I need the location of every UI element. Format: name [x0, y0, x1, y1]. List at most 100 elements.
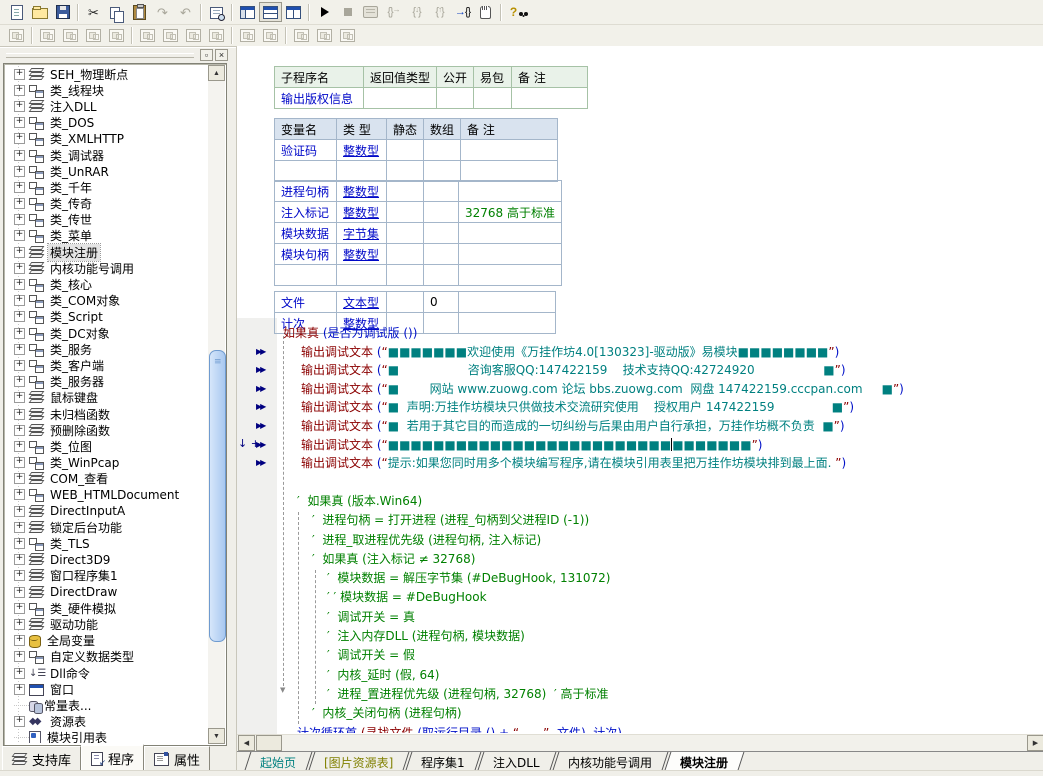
table-cell[interactable] — [424, 202, 459, 223]
tree-item[interactable]: +类_DOS — [6, 115, 207, 131]
code-line[interactable]: ′ 注入内存DLL (进程句柄, 模块数据) — [237, 627, 1043, 646]
table-cell[interactable] — [387, 265, 424, 286]
run-to-cursor-button[interactable]: →{} — [451, 2, 474, 22]
table-cell[interactable] — [459, 223, 562, 244]
tree-item[interactable]: +全局变量 — [6, 633, 207, 649]
layout-split-left-button[interactable] — [236, 2, 259, 22]
code-line[interactable]: ▶▶输出调试文本 (“■ 声明:万挂作坊模块只供做技术交流研究使用 授权用户 1… — [237, 398, 1043, 417]
tree-item[interactable]: +类_DC对象 — [6, 325, 207, 341]
tree-item[interactable]: +COM_查看 — [6, 471, 207, 487]
breakpoint-marker-icon[interactable]: ▶▶ — [256, 420, 264, 432]
table-cell[interactable] — [459, 292, 556, 313]
code-line-clipped[interactable]: 计次循环首 (寻找文件 (取运行目录 () + “……”, 文件), 计次) — [237, 724, 1043, 733]
expand-toggle-icon[interactable]: + — [14, 668, 25, 679]
expand-toggle-icon[interactable]: + — [14, 311, 25, 322]
sidebar-tab-程序[interactable]: 程序 — [81, 744, 144, 772]
table-cell[interactable]: 验证码 — [275, 140, 337, 161]
layout-grid-button[interactable] — [282, 2, 305, 22]
table-cell[interactable] — [275, 161, 337, 182]
expand-toggle-icon[interactable]: + — [14, 360, 25, 371]
variables-table-group1[interactable]: 变量名类 型静态数组备 注验证码整数型 — [274, 118, 558, 182]
code-line[interactable]: 计次循环首 (寻找文件 (取运行目录 () + “……”, 文件), 计次) — [237, 724, 1043, 733]
find-in-files-button[interactable] — [205, 2, 228, 22]
help-search-button[interactable]: ? — [505, 2, 528, 22]
scrollbar-thumb[interactable] — [209, 350, 226, 642]
paste-button[interactable] — [128, 2, 151, 22]
tree-item[interactable]: 模块引用表 — [6, 730, 207, 743]
open-file-button[interactable] — [28, 2, 51, 22]
table-cell[interactable] — [424, 161, 461, 182]
code-line[interactable]: ′ 内核_延时 (假, 64) — [237, 666, 1043, 685]
table-cell[interactable] — [512, 88, 588, 109]
table-cell[interactable] — [337, 265, 387, 286]
table-cell[interactable] — [424, 181, 459, 202]
table-row[interactable]: 验证码整数型 — [275, 140, 558, 161]
tree-item[interactable]: +类_菜单 — [6, 228, 207, 244]
code-line[interactable]: ▶▶输出调试文本 (“提示:如果您同时用多个模块编写程序,请在模块引用表里把万挂… — [237, 454, 1043, 473]
tree-item[interactable]: +自定义数据类型 — [6, 649, 207, 665]
expand-toggle-icon[interactable]: + — [14, 150, 25, 161]
expand-toggle-icon[interactable]: + — [14, 328, 25, 339]
code-line[interactable]: ′ 进程_取进程优先级 (进程句柄, 注入标记) — [237, 531, 1043, 550]
tree-item[interactable]: +类_千年 — [6, 179, 207, 195]
code-line[interactable]: ▶▶输出调试文本 (“■■■■■■■欢迎使用《万挂作坊4.0[130323]-驱… — [237, 343, 1043, 362]
table-cell[interactable] — [459, 265, 562, 286]
table-cell[interactable] — [364, 88, 437, 109]
table-row[interactable]: 进程句柄整数型 — [275, 181, 562, 202]
code-line[interactable]: ▶▶输出调试文本 (“■ 咨询客服QQ:147422159 技术支持QQ:427… — [237, 361, 1043, 380]
expand-toggle-icon[interactable]: + — [14, 117, 25, 128]
tree-item[interactable]: +驱动功能 — [6, 616, 207, 632]
expand-toggle-icon[interactable]: + — [14, 85, 25, 96]
table-cell[interactable]: 注入标记 — [275, 202, 337, 223]
table-row[interactable]: 模块句柄整数型 — [275, 244, 562, 265]
tree-item[interactable]: +窗口 — [6, 681, 207, 697]
code-line[interactable]: ▶▶输出调试文本 (“■ 网站 www.zuowg.com 论坛 bbs.zuo… — [237, 380, 1043, 399]
table-row[interactable]: 文件文本型0 — [275, 292, 556, 313]
expand-toggle-icon[interactable]: + — [14, 263, 25, 274]
scroll-down-icon[interactable]: ▼ — [208, 728, 225, 744]
table-cell[interactable] — [424, 265, 459, 286]
tree-item[interactable]: +锁定后台功能 — [6, 519, 207, 535]
code-line[interactable]: ′ ′ 模块数据 = #DeBugHook — [237, 588, 1043, 607]
tree-item[interactable]: +类_WinPcap — [6, 455, 207, 471]
expand-toggle-icon[interactable]: + — [14, 279, 25, 290]
expand-toggle-icon[interactable]: + — [14, 425, 25, 436]
breakpoint-marker-icon[interactable]: ▶▶ — [256, 364, 264, 376]
table-cell[interactable] — [437, 88, 474, 109]
expand-toggle-icon[interactable]: + — [14, 344, 25, 355]
table-cell[interactable]: 输出版权信息 — [275, 88, 364, 109]
expand-toggle-icon[interactable]: + — [14, 392, 25, 403]
expand-toggle-icon[interactable]: + — [14, 133, 25, 144]
expand-toggle-icon[interactable]: + — [14, 587, 25, 598]
hscrollbar-thumb[interactable] — [256, 735, 282, 751]
breakpoint-marker-icon[interactable]: ▶▶ — [256, 346, 264, 358]
tree-item[interactable]: +类_TLS — [6, 535, 207, 551]
table-cell[interactable]: 整数型 — [337, 244, 387, 265]
variables-table-group2[interactable]: 进程句柄整数型注入标记整数型32768 高于标准模块数据字节集模块句柄整数型 — [274, 180, 562, 286]
table-cell[interactable] — [387, 161, 424, 182]
code-line[interactable]: ′ 模块数据 = 解压字节集 (#DeBugHook, 131072) — [237, 569, 1043, 588]
tree-item[interactable]: +模块注册 — [6, 244, 207, 260]
code-line[interactable]: ▶▶↓ +输出调试文本 (“■■■■■■■■■■■■■■■■■■■■■■■■■■… — [237, 436, 1043, 455]
dock-maximize-button[interactable]: ▫ — [200, 49, 213, 61]
sidebar-tab-属性[interactable]: 属性 — [144, 746, 210, 772]
table-cell[interactable]: 32768 高于标准 — [459, 202, 562, 223]
expand-toggle-icon[interactable]: + — [14, 409, 25, 420]
table-cell[interactable] — [424, 140, 461, 161]
editor-hscrollbar[interactable]: ◀ ▶ — [237, 734, 1043, 752]
tree-item[interactable]: +鼠标键盘 — [6, 390, 207, 406]
pause-button[interactable] — [474, 2, 497, 22]
table-cell[interactable] — [387, 244, 424, 265]
cut-button[interactable]: ✂ — [82, 2, 105, 22]
expand-toggle-icon[interactable]: + — [14, 603, 25, 614]
expand-toggle-icon[interactable]: + — [14, 554, 25, 565]
code-block-comments[interactable]: ′ 如果真 (版本.Win64)′ 进程句柄 = 打开进程 (进程_句柄到父进程… — [237, 492, 1043, 724]
code-line[interactable]: ′ 如果真 (注入标记 ≠ 32768) — [237, 550, 1043, 569]
table-cell[interactable] — [337, 161, 387, 182]
tree-item[interactable]: +类_客户端 — [6, 357, 207, 373]
table-cell[interactable] — [387, 181, 424, 202]
tree-item[interactable]: +类_服务 — [6, 341, 207, 357]
table-cell[interactable] — [474, 88, 512, 109]
expand-toggle-icon[interactable]: + — [14, 489, 25, 500]
table-cell[interactable]: 整数型 — [337, 140, 387, 161]
